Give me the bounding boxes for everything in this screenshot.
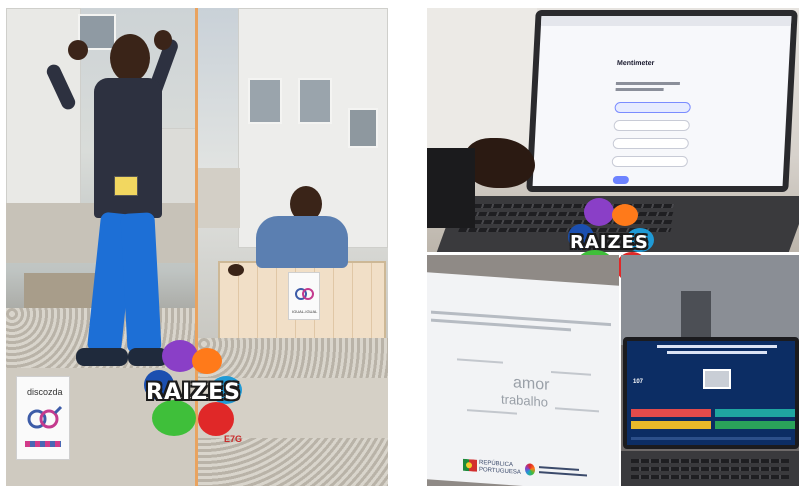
boy-puffer-jacket [256, 216, 348, 268]
building-window [248, 78, 282, 124]
gender-symbol-icon [295, 288, 314, 300]
browser-bar [540, 16, 792, 26]
laptop-screen: Mentimeter [526, 10, 798, 192]
raizes-wordmark: RAIZES [570, 232, 649, 253]
quiz-question-line [657, 345, 777, 348]
projection-question-line [431, 310, 611, 327]
distant-houses [198, 168, 240, 228]
quiz-question-line [667, 351, 767, 354]
raizes-mini-icon [525, 463, 535, 476]
quiz-option-yellow[interactable] [631, 421, 711, 429]
menti-submit-button[interactable] [612, 176, 630, 184]
gender-equality-sign: discozda [16, 376, 70, 460]
boy-head [110, 34, 150, 82]
portugal-flag-icon [463, 458, 477, 472]
thumbs-up-hand-right [154, 30, 172, 50]
splat-red [198, 402, 234, 436]
boy-hand [228, 264, 244, 276]
room-wall [427, 8, 537, 158]
boy-left-shoe [76, 348, 128, 366]
quiz-option-teal[interactable] [715, 409, 795, 417]
raizes-logo-left: RAIZES E7G [140, 336, 252, 448]
projection-screen: amor trabalho REPÚBLICA PORTUGUESA [427, 272, 619, 486]
boy-right-leg [120, 212, 162, 354]
thumbs-up-hand-left [68, 40, 88, 60]
quiz-option-green[interactable] [715, 421, 795, 429]
menti-option[interactable] [614, 102, 691, 113]
building-window [348, 108, 378, 148]
building-window [298, 78, 332, 124]
splat-green [152, 400, 196, 436]
sleeve [427, 148, 475, 228]
sign-stripe [25, 441, 61, 447]
splat-orange [192, 348, 222, 374]
menti-option[interactable] [613, 120, 691, 131]
quiz-screen: 107 [623, 337, 799, 449]
republica-label: REPÚBLICA PORTUGUESA [479, 459, 521, 476]
quiz-image [703, 369, 731, 389]
laptop-keyboard [621, 451, 799, 486]
gender-equality-sign: IGUAL-IGUAL [288, 272, 320, 320]
menti-option[interactable] [611, 156, 689, 167]
gender-symbol-icon [27, 405, 63, 429]
menti-option[interactable] [612, 138, 690, 149]
photo-laptop-quiz: 107 [621, 255, 799, 486]
quiz-option-red[interactable] [631, 409, 711, 417]
sign-caption: IGUAL-IGUAL [292, 309, 318, 314]
photo-projection-wordcloud: amor trabalho REPÚBLICA PORTUGUESA [427, 255, 619, 486]
wordcloud-word: trabalho [501, 391, 548, 410]
quiz-counter: 107 [633, 379, 644, 385]
mentimeter-brand: Mentimeter [616, 60, 655, 67]
splat-purple [584, 198, 614, 226]
hand-on-touchpad [465, 138, 535, 188]
splat-orange [612, 204, 638, 226]
sign-text: discozda [27, 387, 63, 397]
boy-hoodie [94, 78, 162, 218]
lanyard-badge [114, 176, 138, 196]
menti-question-line [615, 82, 686, 91]
raizes-wordmark: RAIZES [146, 380, 241, 405]
raizes-e7g: E7G [224, 434, 243, 444]
